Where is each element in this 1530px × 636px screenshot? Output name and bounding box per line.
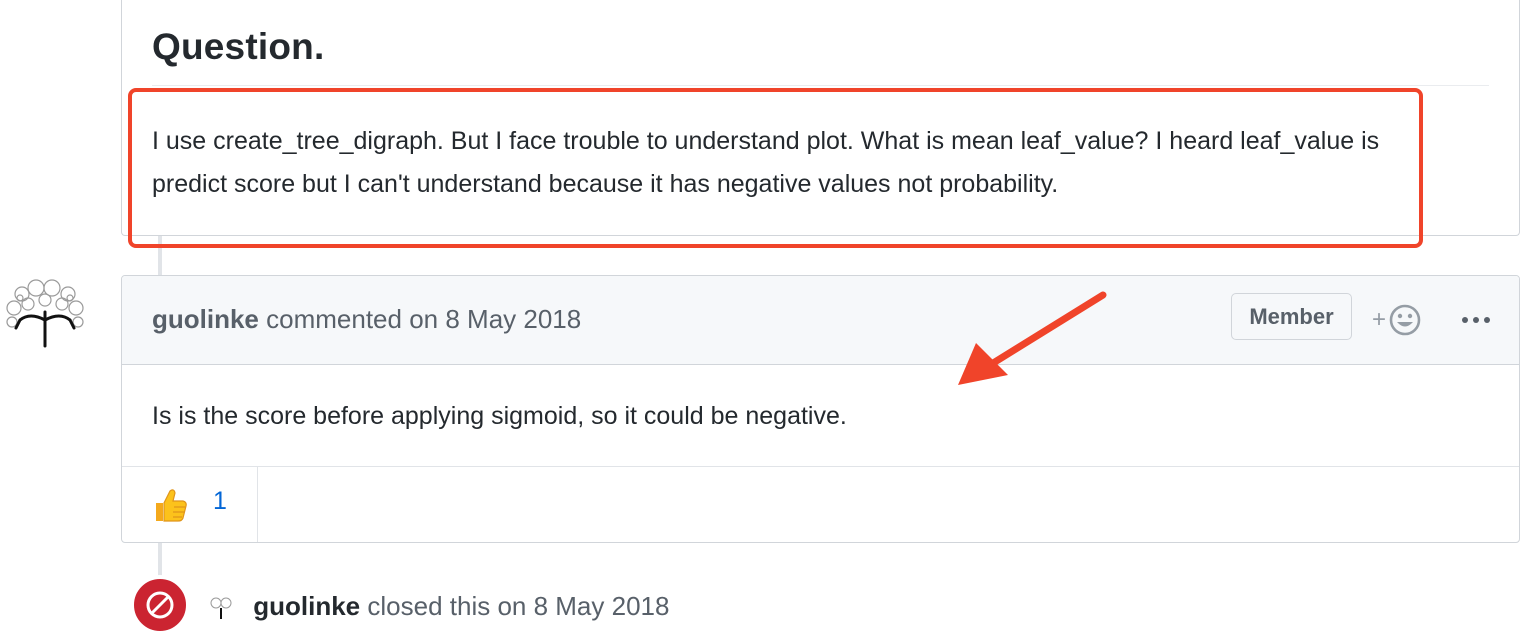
kebab-horizontal-icon <box>1462 317 1490 323</box>
smiley-icon <box>1389 304 1421 336</box>
comment-author-link[interactable]: guolinke <box>152 304 259 334</box>
reaction-thumbs-up-button[interactable]: 1 <box>122 467 258 542</box>
comment-header: guolinke commented on 8 May 2018 Member … <box>122 276 1519 365</box>
reactions-bar: 1 <box>122 466 1519 542</box>
avatar[interactable] <box>0 276 90 360</box>
comment-body: Is is the score before applying sigmoid,… <box>152 402 847 430</box>
comment-meta: guolinke commented on 8 May 2018 <box>152 304 581 335</box>
closed-event-author[interactable]: guolinke <box>253 591 360 621</box>
reaction-count: 1 <box>213 487 227 515</box>
closed-event: guolinke closed this on 8 May 2018 <box>206 591 669 623</box>
highlight-annotation <box>128 88 1423 248</box>
more-options-button[interactable] <box>1456 302 1496 338</box>
thumbs-up-icon <box>156 489 187 522</box>
heading-divider <box>152 85 1489 86</box>
arrow-annotation <box>958 291 1107 385</box>
add-reaction-button[interactable]: + <box>1372 300 1432 340</box>
comment-action[interactable]: commented on 8 May 2018 <box>266 304 581 334</box>
tree-avatar-icon <box>6 279 84 348</box>
comment: guolinke commented on 8 May 2018 Member … <box>121 275 1520 543</box>
plus-icon: + <box>1372 306 1387 333</box>
question-heading: Question. <box>152 26 325 67</box>
closed-event-badge <box>131 576 189 634</box>
circle-slash-icon <box>146 591 174 619</box>
mini-avatar[interactable] <box>206 593 236 623</box>
member-badge: Member <box>1231 293 1352 340</box>
closed-event-text: closed this on 8 May 2018 <box>367 591 670 621</box>
